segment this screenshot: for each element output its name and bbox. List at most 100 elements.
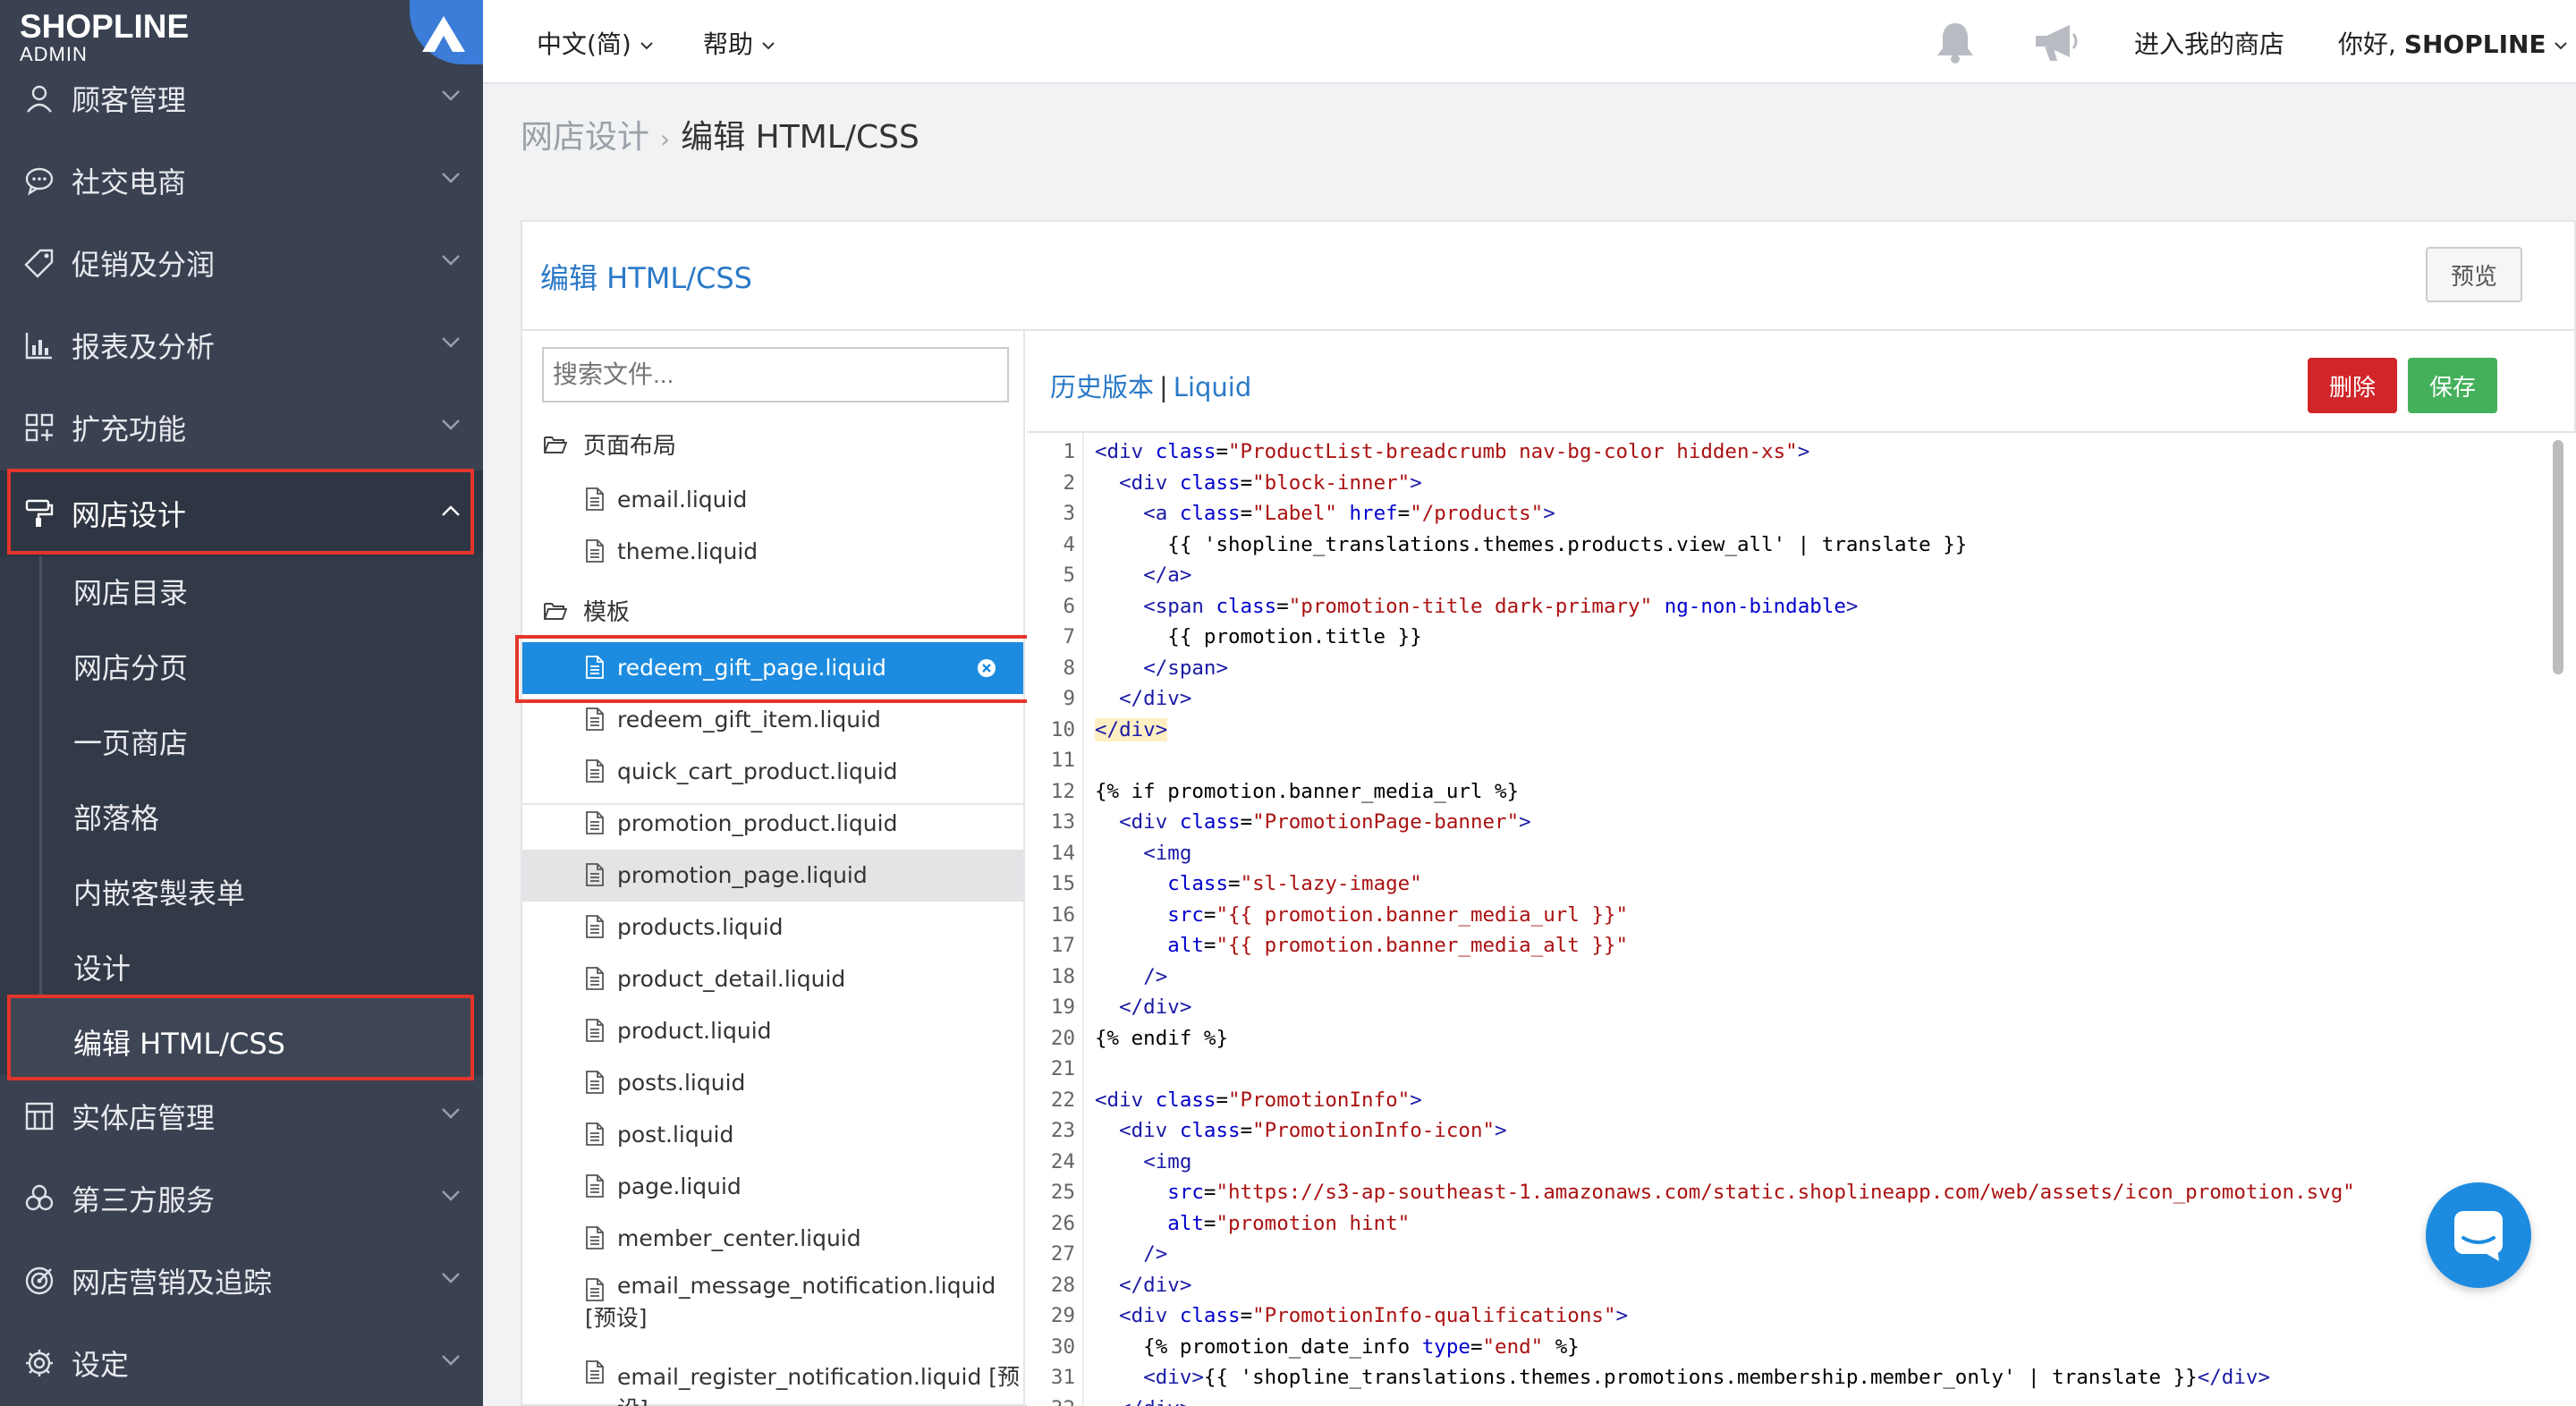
sidebar-item-social[interactable]: 社交电商	[0, 140, 483, 222]
chevron-down-icon	[762, 42, 775, 50]
editor-links: 历史版本 | Liquid	[1050, 367, 1251, 404]
folder-open-icon	[544, 436, 567, 453]
sidebar-item-settings[interactable]: 设定	[0, 1322, 483, 1404]
line-number: 5	[1063, 563, 1075, 587]
file-icon	[586, 915, 604, 938]
code-line: />	[1143, 1242, 1168, 1266]
file-item[interactable]: promotion_page.liquid	[522, 850, 1023, 902]
scrollbar[interactable]	[2553, 440, 2563, 674]
file-browser: 页面布局 email.liquid theme.liquid 模板 redeem…	[522, 331, 1025, 1406]
liquid-docs-link[interactable]: Liquid	[1174, 372, 1251, 402]
chevron-down-icon	[442, 419, 460, 430]
code-line: alt="promotion hint"	[1167, 1211, 1411, 1235]
live-chat-button[interactable]	[2426, 1182, 2531, 1288]
file-item[interactable]: posts.liquid	[522, 1057, 1023, 1109]
preview-button[interactable]: 预览	[2426, 247, 2522, 302]
code-line: {% endif %}	[1095, 1026, 1229, 1050]
sidebar-item-extensions[interactable]: 扩充功能	[0, 386, 483, 469]
line-number: 2	[1063, 470, 1075, 495]
history-version-link[interactable]: 历史版本	[1050, 372, 1154, 402]
file-item[interactable]: member_center.liquid	[522, 1213, 1023, 1265]
file-search-input[interactable]	[542, 347, 1009, 402]
file-item[interactable]: post.liquid	[522, 1109, 1023, 1161]
sidebar-item-promotions[interactable]: 促销及分润	[0, 222, 483, 304]
code-line: <img	[1143, 841, 1192, 865]
line-number: 29	[1050, 1304, 1075, 1327]
delete-button[interactable]: 删除	[2308, 358, 2397, 413]
code-editor[interactable]: 1 2 3 4 5 6 7 8 9 10 11 12 13 14 15 16 17 18 19 20 21 22 23 24 2…	[1027, 433, 2576, 1406]
line-number: 9	[1063, 687, 1075, 710]
code-line: <a class="Label" href="/products">	[1143, 502, 1555, 525]
file-icon	[586, 1226, 604, 1249]
code-line: {% promotion_date_info type="end" %}	[1095, 1334, 1580, 1359]
sidebar-item-label: 网店营销及追踪	[72, 1266, 273, 1300]
chat-bubble-icon	[21, 163, 57, 199]
file-name: email.liquid	[617, 487, 748, 512]
file-item[interactable]: email_message_notification.liquid [预设]	[522, 1265, 1023, 1347]
file-icon	[586, 967, 604, 990]
highlight-box	[7, 469, 474, 555]
file-icon	[586, 811, 604, 834]
file-icon	[586, 539, 604, 563]
brand-corner[interactable]	[410, 0, 483, 64]
line-number: 10	[1050, 717, 1075, 741]
line-number-gutter: 1 2 3 4 5 6 7 8 9 10 11 12 13 14 15 16 17 18 19 20 21 22 23 24 2…	[1027, 433, 1084, 1406]
file-item[interactable]: page.liquid	[522, 1161, 1023, 1213]
save-button[interactable]: 保存	[2408, 358, 2497, 413]
code-line: <div class="PromotionInfo-qualifications…	[1119, 1304, 1629, 1327]
file-item[interactable]: email.liquid	[522, 474, 1023, 526]
language-dropdown[interactable]: 中文(简)	[537, 25, 654, 61]
sidebar-item-marketing[interactable]: 网店营销及追踪	[0, 1240, 483, 1322]
line-number: 25	[1050, 1181, 1075, 1204]
breadcrumb-current: 编辑 HTML/CSS	[681, 119, 919, 156]
file-item[interactable]: product_detail.liquid	[522, 953, 1023, 1005]
sidebar-item-reports[interactable]: 报表及分析	[0, 304, 483, 386]
code-line: <div class="PromotionPage-banner">	[1119, 810, 1531, 834]
chevron-down-icon	[2555, 42, 2568, 50]
file-name: email_register_notification.liquid [预设]	[617, 1364, 1021, 1406]
chevron-down-icon	[442, 255, 460, 266]
chevron-down-icon	[442, 1273, 460, 1283]
submenu-item-pages[interactable]: 网店分页	[73, 646, 188, 687]
code-line: src="{{ promotion.banner_media_url }}"	[1167, 902, 1629, 927]
megaphone-icon[interactable]	[2032, 21, 2082, 64]
account-dropdown[interactable]: 你好, SHOPLINE	[2338, 25, 2568, 61]
bell-icon[interactable]	[1934, 20, 1977, 64]
sidebar-item-label: 第三方服务	[72, 1183, 216, 1217]
code-line: </div>	[1095, 717, 1168, 741]
submenu-item-custom-forms[interactable]: 内嵌客製表单	[73, 871, 245, 912]
file-item[interactable]: promotion_product.liquid	[522, 798, 1023, 850]
sidebar-item-label: 实体店管理	[72, 1101, 216, 1135]
submenu-item-design[interactable]: 设计	[73, 946, 131, 987]
code-line: </a>	[1143, 563, 1192, 587]
sidebar-item-retail-store[interactable]: 实体店管理	[0, 1075, 483, 1157]
folder-layout[interactable]: 页面布局	[544, 428, 676, 461]
sidebar: SHOPLINE ADMIN 顾客管理 社交电商 促销及分润 报表及分析 扩充功…	[0, 0, 483, 1406]
code-line: </div>	[1119, 995, 1192, 1019]
breadcrumb-parent[interactable]: 网店设计	[521, 119, 649, 156]
file-item[interactable]: product.liquid	[522, 1005, 1023, 1057]
chevron-down-icon	[442, 1355, 460, 1366]
sidebar-item-third-party[interactable]: 第三方服务	[0, 1157, 483, 1240]
highlight-box	[7, 995, 474, 1080]
file-item[interactable]: products.liquid	[522, 902, 1023, 953]
line-number: 8	[1063, 656, 1075, 680]
file-name: product_detail.liquid	[617, 966, 846, 992]
folder-templates[interactable]: 模板	[544, 594, 630, 627]
line-number: 14	[1050, 841, 1075, 865]
file-item[interactable]: theme.liquid	[522, 526, 1023, 578]
file-icon	[586, 1019, 604, 1042]
file-item[interactable]: quick_cart_product.liquid	[522, 746, 1023, 798]
file-item[interactable]: email_register_notification.liquid [预设]	[522, 1347, 1023, 1406]
sidebar-item-customers[interactable]: 顾客管理	[0, 57, 483, 140]
code-line: src="https://s3-ap-southeast-1.amazonaws…	[1167, 1181, 2355, 1204]
submenu-item-one-page-store[interactable]: 一页商店	[73, 721, 188, 762]
shopline-logo[interactable]: SHOPLINE ADMIN	[20, 9, 189, 64]
brand-mountain-icon	[422, 16, 465, 52]
help-dropdown[interactable]: 帮助	[703, 25, 775, 61]
line-number: 16	[1050, 902, 1075, 927]
submenu-item-blog[interactable]: 部落格	[73, 796, 159, 837]
enter-store-link[interactable]: 进入我的商店	[2134, 25, 2284, 61]
submenu-item-catalog[interactable]: 网店目录	[73, 571, 188, 612]
code-line: {% if promotion.banner_media_url %}	[1095, 779, 1520, 803]
